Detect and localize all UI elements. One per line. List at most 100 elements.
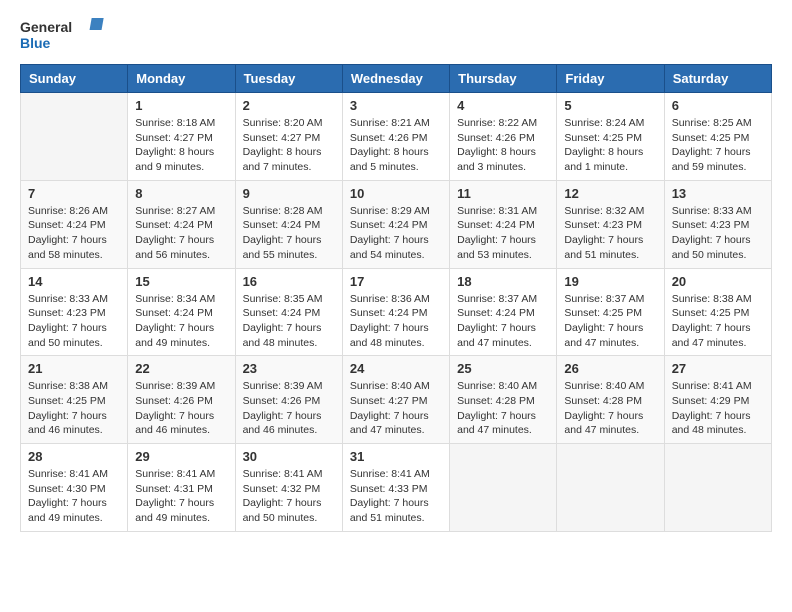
day-info: Sunrise: 8:37 AM Sunset: 4:24 PM Dayligh… (457, 292, 549, 351)
svg-text:General: General (20, 19, 72, 35)
day-info: Sunrise: 8:38 AM Sunset: 4:25 PM Dayligh… (28, 379, 120, 438)
day-info: Sunrise: 8:20 AM Sunset: 4:27 PM Dayligh… (243, 116, 335, 175)
day-number: 6 (672, 98, 764, 113)
calendar-cell: 8 Sunrise: 8:27 AM Sunset: 4:24 PM Daylig… (128, 180, 235, 268)
day-number: 13 (672, 186, 764, 201)
day-info: Sunrise: 8:36 AM Sunset: 4:24 PM Dayligh… (350, 292, 442, 351)
day-number: 25 (457, 361, 549, 376)
day-info: Sunrise: 8:33 AM Sunset: 4:23 PM Dayligh… (672, 204, 764, 263)
calendar-cell: 19 Sunrise: 8:37 AM Sunset: 4:25 PM Dayli… (557, 268, 664, 356)
day-number: 19 (564, 274, 656, 289)
day-number: 9 (243, 186, 335, 201)
day-number: 21 (28, 361, 120, 376)
day-number: 24 (350, 361, 442, 376)
day-number: 23 (243, 361, 335, 376)
day-number: 7 (28, 186, 120, 201)
header-day-saturday: Saturday (664, 65, 771, 93)
day-info: Sunrise: 8:41 AM Sunset: 4:30 PM Dayligh… (28, 467, 120, 526)
day-info: Sunrise: 8:18 AM Sunset: 4:27 PM Dayligh… (135, 116, 227, 175)
day-info: Sunrise: 8:31 AM Sunset: 4:24 PM Dayligh… (457, 204, 549, 263)
day-number: 29 (135, 449, 227, 464)
day-number: 1 (135, 98, 227, 113)
calendar-cell: 27 Sunrise: 8:41 AM Sunset: 4:29 PM Dayli… (664, 356, 771, 444)
day-info: Sunrise: 8:41 AM Sunset: 4:31 PM Dayligh… (135, 467, 227, 526)
calendar-cell: 10Sunrise: 8:29 AM Sunset: 4:24 PM Dayli… (342, 180, 449, 268)
day-info: Sunrise: 8:41 AM Sunset: 4:29 PM Dayligh… (672, 379, 764, 438)
day-info: Sunrise: 8:32 AM Sunset: 4:23 PM Dayligh… (564, 204, 656, 263)
day-info: Sunrise: 8:25 AM Sunset: 4:25 PM Dayligh… (672, 116, 764, 175)
day-number: 27 (672, 361, 764, 376)
day-number: 31 (350, 449, 442, 464)
day-number: 15 (135, 274, 227, 289)
calendar-cell: 15 Sunrise: 8:34 AM Sunset: 4:24 PM Dayli… (128, 268, 235, 356)
week-row-2: 14Sunrise: 8:33 AM Sunset: 4:23 PM Dayli… (21, 268, 772, 356)
calendar-cell: 12 Sunrise: 8:32 AM Sunset: 4:23 PM Dayli… (557, 180, 664, 268)
day-number: 17 (350, 274, 442, 289)
day-info: Sunrise: 8:37 AM Sunset: 4:25 PM Dayligh… (564, 292, 656, 351)
calendar-cell: 14Sunrise: 8:33 AM Sunset: 4:23 PM Dayli… (21, 268, 128, 356)
calendar-cell (664, 444, 771, 532)
day-number: 12 (564, 186, 656, 201)
day-info: Sunrise: 8:35 AM Sunset: 4:24 PM Dayligh… (243, 292, 335, 351)
calendar-cell: 31 Sunrise: 8:41 AM Sunset: 4:33 PM Dayli… (342, 444, 449, 532)
calendar-cell: 22 Sunrise: 8:39 AM Sunset: 4:26 PM Dayli… (128, 356, 235, 444)
day-info: Sunrise: 8:24 AM Sunset: 4:25 PM Dayligh… (564, 116, 656, 175)
day-info: Sunrise: 8:26 AM Sunset: 4:24 PM Dayligh… (28, 204, 120, 263)
header-day-monday: Monday (128, 65, 235, 93)
day-number: 8 (135, 186, 227, 201)
calendar-cell: 7 Sunrise: 8:26 AM Sunset: 4:24 PM Daylig… (21, 180, 128, 268)
day-number: 4 (457, 98, 549, 113)
header-day-thursday: Thursday (450, 65, 557, 93)
calendar-cell: 28Sunrise: 8:41 AM Sunset: 4:30 PM Dayli… (21, 444, 128, 532)
week-row-1: 7 Sunrise: 8:26 AM Sunset: 4:24 PM Daylig… (21, 180, 772, 268)
day-number: 11 (457, 186, 549, 201)
day-number: 26 (564, 361, 656, 376)
week-row-3: 21 Sunrise: 8:38 AM Sunset: 4:25 PM Dayli… (21, 356, 772, 444)
day-number: 5 (564, 98, 656, 113)
calendar-cell: 16Sunrise: 8:35 AM Sunset: 4:24 PM Dayli… (235, 268, 342, 356)
header: General Blue (20, 16, 772, 54)
logo-svg: General Blue (20, 16, 110, 54)
day-info: Sunrise: 8:40 AM Sunset: 4:28 PM Dayligh… (457, 379, 549, 438)
calendar-cell: 20 Sunrise: 8:38 AM Sunset: 4:25 PM Dayli… (664, 268, 771, 356)
day-info: Sunrise: 8:41 AM Sunset: 4:33 PM Dayligh… (350, 467, 442, 526)
calendar-cell: 30 Sunrise: 8:41 AM Sunset: 4:32 PM Dayli… (235, 444, 342, 532)
day-info: Sunrise: 8:41 AM Sunset: 4:32 PM Dayligh… (243, 467, 335, 526)
day-number: 20 (672, 274, 764, 289)
calendar-cell: 2 Sunrise: 8:20 AM Sunset: 4:27 PM Daylig… (235, 93, 342, 181)
calendar-cell (450, 444, 557, 532)
calendar-cell: 29 Sunrise: 8:41 AM Sunset: 4:31 PM Dayli… (128, 444, 235, 532)
day-number: 3 (350, 98, 442, 113)
calendar-cell: 4 Sunrise: 8:22 AM Sunset: 4:26 PM Daylig… (450, 93, 557, 181)
calendar-cell: 3Sunrise: 8:21 AM Sunset: 4:26 PM Daylig… (342, 93, 449, 181)
calendar-cell: 5 Sunrise: 8:24 AM Sunset: 4:25 PM Daylig… (557, 93, 664, 181)
calendar-cell: 21 Sunrise: 8:38 AM Sunset: 4:25 PM Dayli… (21, 356, 128, 444)
day-info: Sunrise: 8:33 AM Sunset: 4:23 PM Dayligh… (28, 292, 120, 351)
calendar-cell (21, 93, 128, 181)
calendar-cell: 24Sunrise: 8:40 AM Sunset: 4:27 PM Dayli… (342, 356, 449, 444)
week-row-4: 28Sunrise: 8:41 AM Sunset: 4:30 PM Dayli… (21, 444, 772, 532)
calendar-cell: 1 Sunrise: 8:18 AM Sunset: 4:27 PM Daylig… (128, 93, 235, 181)
day-info: Sunrise: 8:39 AM Sunset: 4:26 PM Dayligh… (135, 379, 227, 438)
calendar-cell: 11 Sunrise: 8:31 AM Sunset: 4:24 PM Dayli… (450, 180, 557, 268)
header-day-sunday: Sunday (21, 65, 128, 93)
week-row-0: 1 Sunrise: 8:18 AM Sunset: 4:27 PM Daylig… (21, 93, 772, 181)
day-number: 30 (243, 449, 335, 464)
calendar-cell: 9 Sunrise: 8:28 AM Sunset: 4:24 PM Daylig… (235, 180, 342, 268)
day-info: Sunrise: 8:38 AM Sunset: 4:25 PM Dayligh… (672, 292, 764, 351)
calendar-cell: 13 Sunrise: 8:33 AM Sunset: 4:23 PM Dayli… (664, 180, 771, 268)
day-info: Sunrise: 8:28 AM Sunset: 4:24 PM Dayligh… (243, 204, 335, 263)
day-number: 22 (135, 361, 227, 376)
day-info: Sunrise: 8:22 AM Sunset: 4:26 PM Dayligh… (457, 116, 549, 175)
day-number: 10 (350, 186, 442, 201)
header-day-tuesday: Tuesday (235, 65, 342, 93)
calendar-cell: 23Sunrise: 8:39 AM Sunset: 4:26 PM Dayli… (235, 356, 342, 444)
day-info: Sunrise: 8:27 AM Sunset: 4:24 PM Dayligh… (135, 204, 227, 263)
svg-text:Blue: Blue (20, 35, 51, 51)
calendar-table: SundayMondayTuesdayWednesdayThursdayFrid… (20, 64, 772, 532)
calendar-cell: 25 Sunrise: 8:40 AM Sunset: 4:28 PM Dayli… (450, 356, 557, 444)
day-info: Sunrise: 8:40 AM Sunset: 4:28 PM Dayligh… (564, 379, 656, 438)
calendar-cell (557, 444, 664, 532)
day-number: 2 (243, 98, 335, 113)
day-info: Sunrise: 8:34 AM Sunset: 4:24 PM Dayligh… (135, 292, 227, 351)
